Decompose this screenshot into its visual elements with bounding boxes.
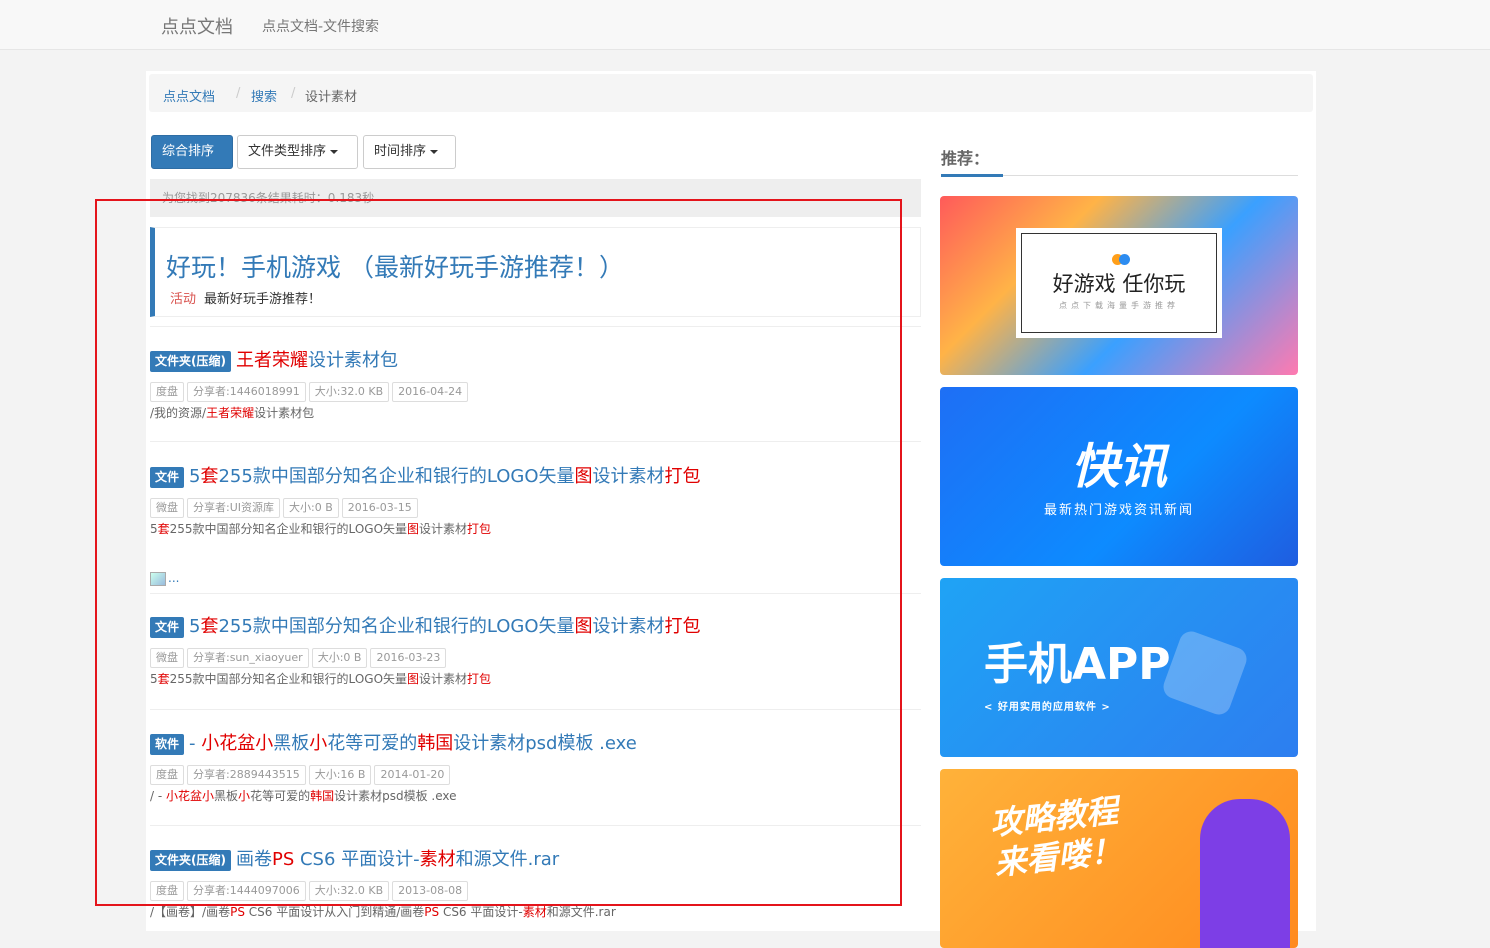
result-title-link[interactable]: 王者荣耀设计素材包 — [236, 350, 398, 371]
banner-apps[interactable]: 手机APP < 好用实用的应用软件 > — [940, 578, 1298, 757]
meta-tag: 2013-08-08 — [392, 881, 469, 901]
phone-illustration-icon — [1160, 628, 1250, 718]
result-path: /【画卷】/画卷PS CS6 平面设计从入门到精通/画卷PS CS6 平面设计-… — [150, 905, 616, 919]
meta-tag: 度盘 — [150, 382, 184, 402]
result-meta: 度盘 分享者:1446018991 大小:32.0 KB 2016-04-24 — [150, 380, 921, 402]
banner-news[interactable]: 快讯 最新热门游戏资讯新闻 — [940, 387, 1298, 566]
meta-tag: 分享者:UI资源库 — [187, 498, 281, 518]
result-meta: 微盘 分享者:UI资源库 大小:0 B 2016-03-15 — [150, 496, 921, 518]
broken-image: ... — [150, 571, 179, 586]
meta-tag: 微盘 — [150, 498, 184, 518]
result-item: 软件 - 小花盆小黑板小花等可爱的韩国设计素材psd模板 .exe 度盘 分享者:2… — [150, 731, 921, 804]
result-title-link[interactable]: 5套255款中国部分知名企业和银行的LOGO矢量图设计素材打包 — [189, 616, 700, 637]
character-illustration-icon — [1200, 799, 1290, 948]
brand-logo[interactable]: 点点文档 — [161, 13, 233, 39]
banner-subtitle: < 好用实用的应用软件 > — [984, 702, 1111, 713]
result-item: 文件 5套255款中国部分知名企业和银行的LOGO矢量图设计素材打包 微盘 分享者:… — [150, 464, 921, 537]
divider — [150, 441, 921, 442]
promo-title[interactable]: 好玩！手机游戏 （最新好玩手游推荐！） — [166, 248, 624, 284]
banner-title: 快讯 — [1070, 439, 1167, 495]
result-path: 5套255款中国部分知名企业和银行的LOGO矢量图设计素材打包 — [150, 522, 492, 536]
meta-tag: 2016-03-15 — [341, 498, 418, 518]
main-container: 点点文档 / 搜索 / 设计素材 综合排序 文件类型排序 时间排序 为您找到20… — [146, 71, 1316, 948]
result-badge: 文件 — [150, 616, 185, 638]
result-item: 文件 5套255款中国部分知名企业和银行的LOGO矢量图设计素材打包 微盘 分享者:… — [150, 614, 921, 687]
nav-link-search[interactable]: 点点文档-文件搜索 — [262, 16, 379, 36]
result-badge: 文件夹(压缩) — [150, 350, 231, 372]
result-stats: 为您找到207836条结果耗时：0.183秒 — [150, 179, 921, 217]
meta-tag: 2016-04-24 — [392, 382, 469, 402]
meta-tag: 大小:0 B — [283, 498, 339, 518]
banner-guides[interactable]: 攻略教程 来看喽！ — [940, 769, 1298, 948]
banner-title: 攻略教程 来看喽！ — [988, 791, 1124, 883]
caret-down-icon — [330, 149, 339, 154]
sort-file-type-dropdown[interactable]: 文件类型排序 — [237, 135, 358, 169]
result-title-link[interactable]: - 小花盆小黑板小花等可爱的韩国设计素材psd模板 .exe — [189, 733, 637, 754]
promo-subtitle: 活动 最新好玩手游推荐！ — [170, 292, 322, 307]
banner-title: 手机APP — [984, 639, 1171, 690]
banner-games[interactable]: 好游戏 任你玩 点点下载海量手游推荐 — [940, 196, 1298, 375]
promo-tag: 活动 — [170, 292, 197, 307]
meta-tag: 2014-01-20 — [374, 765, 451, 785]
result-path: 5套255款中国部分知名企业和银行的LOGO矢量图设计素材打包 — [150, 672, 492, 686]
promo-card[interactable]: 好玩！手机游戏 （最新好玩手游推荐！） 活动 最新好玩手游推荐！ — [150, 227, 921, 317]
banner-subtitle: 最新热门游戏资讯新闻 — [1043, 503, 1194, 518]
meta-tag: 大小:0 B — [311, 648, 368, 668]
result-title-link[interactable]: 画卷PS CS6 平面设计-素材和源文件.rar — [236, 849, 559, 870]
breadcrumb-home[interactable]: 点点文档 — [163, 90, 215, 105]
meta-tag: 大小:32.0 KB — [308, 881, 390, 901]
banner-subtitle: 点点下载海量手游推荐 — [1059, 301, 1179, 310]
result-title-link[interactable]: 5套255款中国部分知名企业和银行的LOGO矢量图设计素材打包 — [189, 466, 700, 487]
meta-tag: 分享者:2889443515 — [187, 765, 306, 785]
broken-image-icon — [150, 571, 166, 586]
meta-tag: 度盘 — [150, 765, 184, 785]
meta-tag: 分享者:1444097006 — [187, 881, 306, 901]
meta-tag: 大小:32.0 KB — [308, 382, 390, 402]
result-meta: 度盘 分享者:2889443515 大小:16 B 2014-01-20 — [150, 763, 921, 785]
banner-card: 好游戏 任你玩 点点下载海量手游推荐 — [1016, 228, 1222, 338]
banner-title: 好游戏 任你玩 — [1052, 272, 1186, 296]
divider — [150, 593, 921, 594]
result-item: 文件夹(压缩) 王者荣耀设计素材包 度盘 分享者:1446018991 大小:32.0… — [150, 348, 921, 421]
logo-dots-icon — [1112, 250, 1130, 269]
result-badge: 文件 — [150, 466, 185, 488]
meta-tag: 2016-03-23 — [370, 648, 447, 668]
sort-time-dropdown[interactable]: 时间排序 — [363, 135, 456, 169]
breadcrumb-current: 设计素材 — [305, 90, 358, 105]
meta-tag: 微盘 — [150, 648, 184, 668]
top-navbar: 点点文档 点点文档-文件搜索 — [0, 0, 1490, 50]
result-badge: 文件夹(压缩) — [150, 849, 231, 871]
result-badge: 软件 — [150, 733, 185, 755]
result-meta: 度盘 分享者:1444097006 大小:32.0 KB 2013-08-08 — [150, 879, 921, 901]
recommend-title: 推荐： — [941, 149, 990, 168]
meta-tag: 分享者:1446018991 — [187, 382, 306, 402]
meta-tag: 大小:16 B — [308, 765, 372, 785]
result-item: 文件夹(压缩) 画卷PS CS6 平面设计-素材和源文件.rar 度盘 分享者:14… — [150, 847, 921, 920]
breadcrumb-search[interactable]: 搜索 — [251, 90, 277, 105]
result-path: / - 小花盆小黑板小花等可爱的韩国设计素材psd模板 .exe — [150, 789, 457, 803]
divider — [150, 709, 921, 710]
recommend-underline — [941, 174, 1003, 177]
recommend-header: 推荐： — [941, 145, 1298, 177]
sort-comprehensive-button[interactable]: 综合排序 — [151, 135, 233, 169]
divider — [150, 326, 921, 327]
divider — [150, 825, 921, 826]
meta-tag: 分享者:sun_xiaoyuer — [187, 648, 309, 668]
result-meta: 微盘 分享者:sun_xiaoyuer 大小:0 B 2016-03-23 — [150, 646, 921, 668]
meta-tag: 度盘 — [150, 881, 184, 901]
breadcrumb: 点点文档 / 搜索 / 设计素材 — [149, 74, 1313, 112]
result-path: /我的资源/王者荣耀设计素材包 — [150, 406, 315, 420]
breadcrumb-separator: / — [291, 86, 296, 101]
caret-down-icon — [430, 149, 439, 154]
breadcrumb-separator: / — [236, 86, 241, 101]
